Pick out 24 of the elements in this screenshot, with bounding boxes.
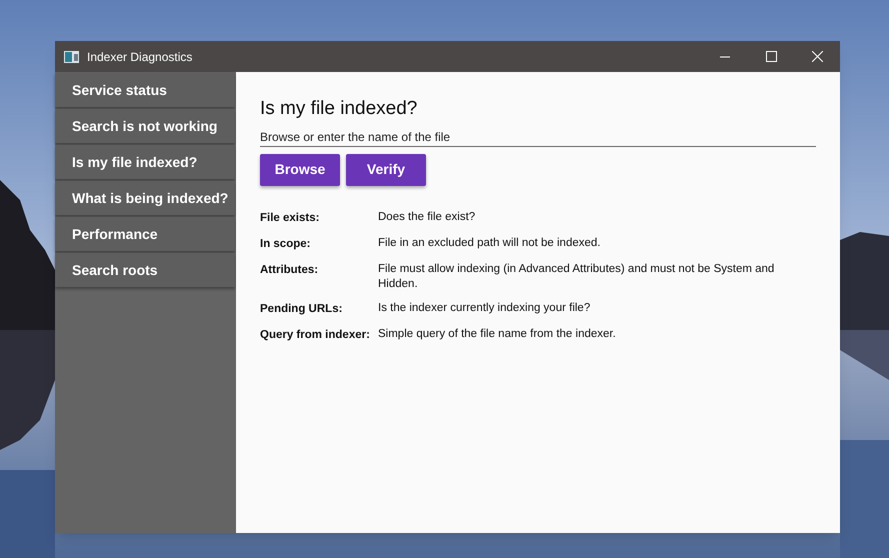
sidebar-item[interactable]: Search roots <box>55 253 235 287</box>
result-text: File in an excluded path will not be indexed. <box>378 236 600 251</box>
close-icon <box>812 51 822 62</box>
result-label: File exists: <box>260 210 320 226</box>
page-heading: Is my file indexed? <box>260 97 418 121</box>
result-text: Does the file exist? <box>378 210 476 224</box>
sidebar-item[interactable]: Is my file indexed? <box>55 145 235 179</box>
action-button[interactable]: Browse <box>260 154 340 186</box>
sidebar-item[interactable]: Service status <box>55 73 235 107</box>
result-label: In scope: <box>260 236 312 252</box>
file-field[interactable]: Browse or enter the name of the file <box>260 127 816 147</box>
result-label: Attributes: <box>260 263 320 278</box>
result-text: Simple query of the file name from the indexer. <box>378 327 616 342</box>
result-text: Is the indexer currently indexing your file? <box>378 301 590 316</box>
app-icon <box>64 50 79 62</box>
result-label: Pending URLs: <box>260 302 344 317</box>
sidebar-item[interactable]: What is being indexed? <box>55 181 235 215</box>
maximize-icon <box>766 51 776 62</box>
result-text: File must allow indexing (in Advanced Attributes) and must not be System and Hidden. <box>378 262 776 292</box>
action-button[interactable]: Verify <box>346 154 426 186</box>
result-label: Query from indexer: <box>260 328 371 344</box>
sidebar-item[interactable]: Performance <box>55 217 235 251</box>
window-title: Indexer Diagnostics <box>87 48 192 66</box>
sidebar-item[interactable]: Search is not working <box>55 109 235 143</box>
